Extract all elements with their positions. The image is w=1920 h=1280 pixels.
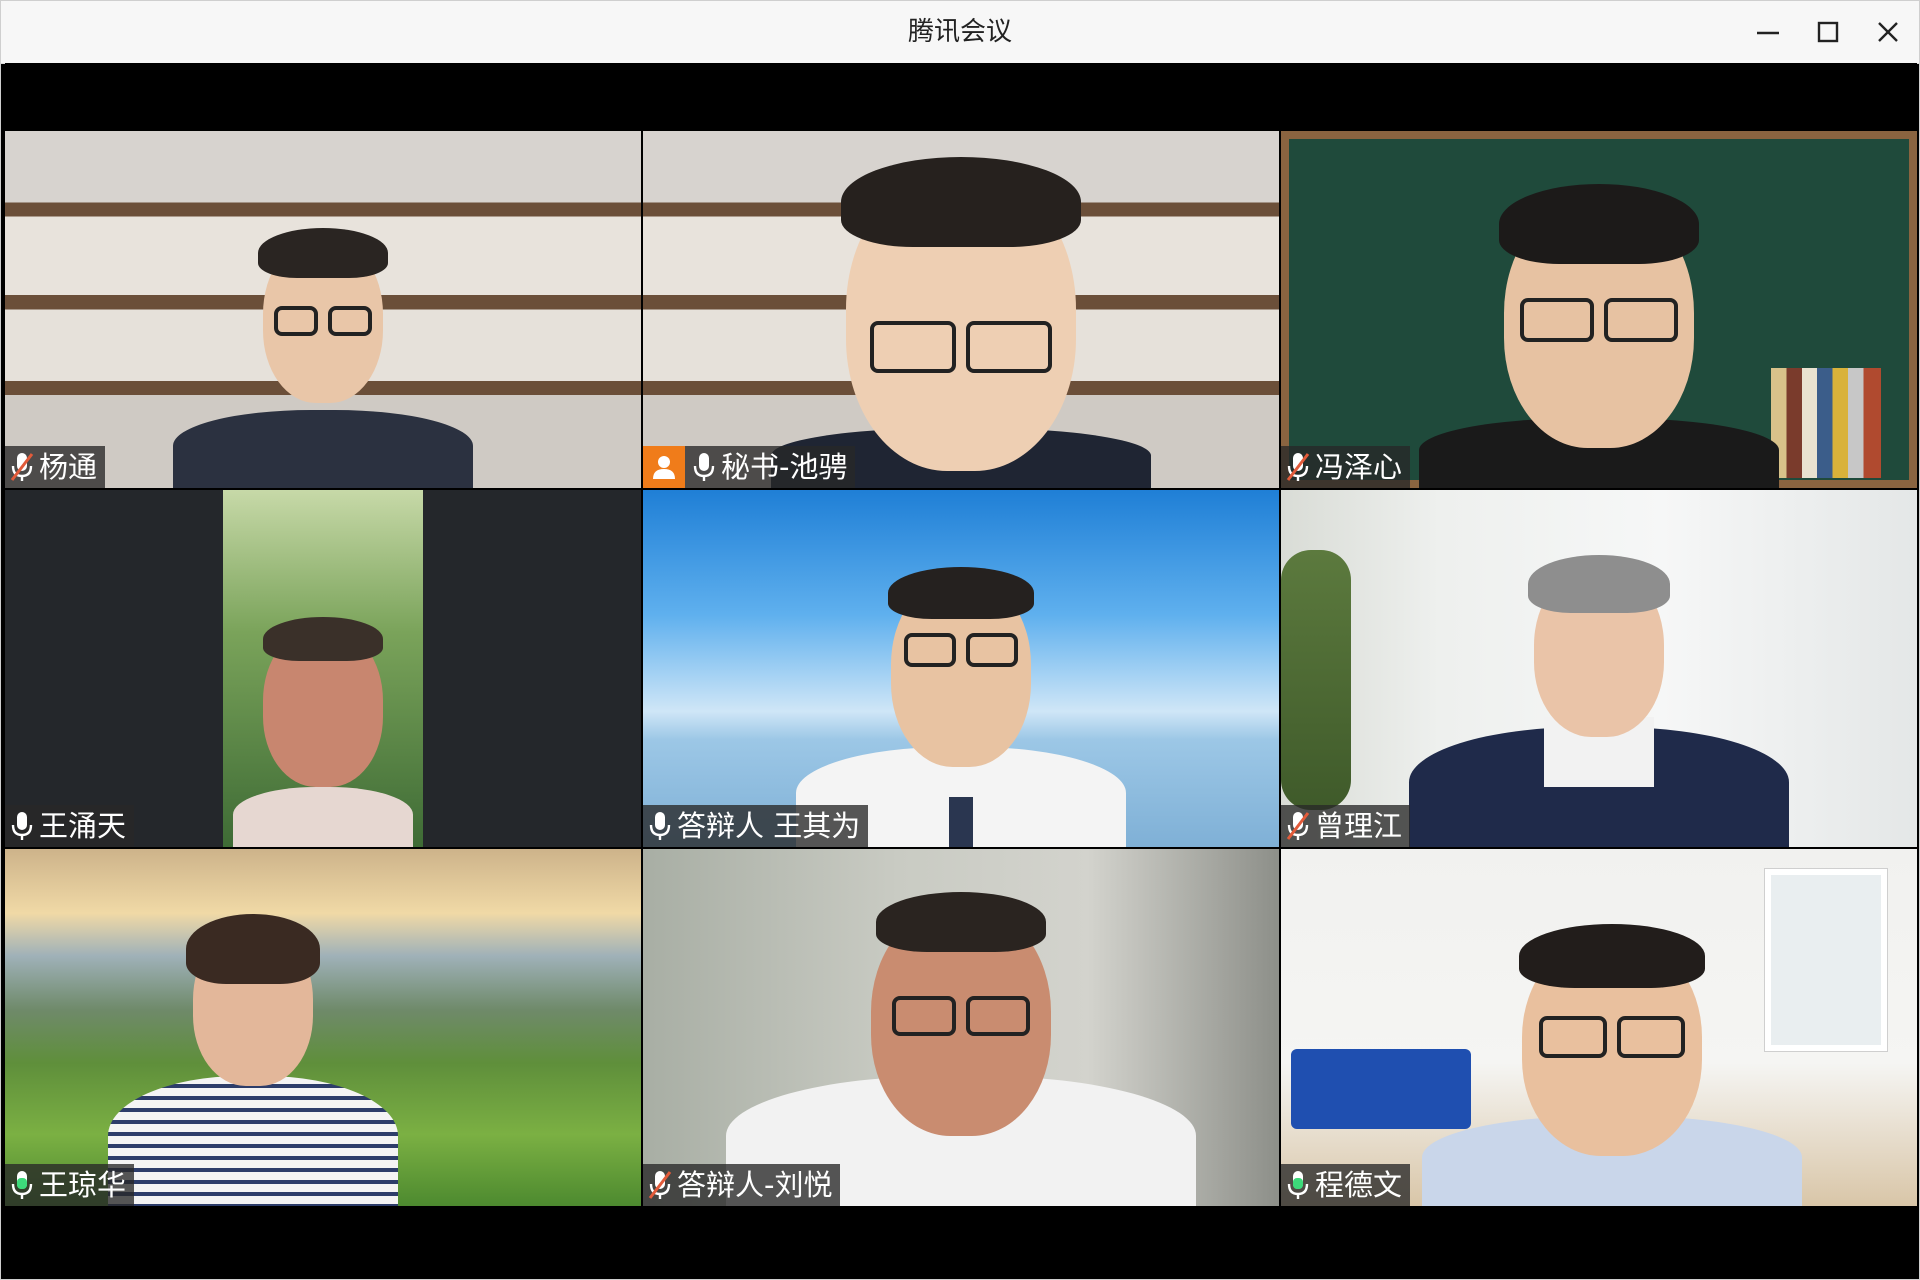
- mic-muted-icon: [647, 1168, 673, 1202]
- participant-name: 王琼华: [39, 1168, 127, 1202]
- mic-muted-icon: [1285, 809, 1311, 843]
- participant-name: 冯泽心: [1315, 450, 1403, 484]
- participant-video: [1421, 906, 1802, 1206]
- participant-name: 程德文: [1315, 1168, 1403, 1202]
- participant-name: 杨通: [39, 450, 98, 484]
- participant-video: [726, 876, 1196, 1206]
- video-tile[interactable]: 王琼华: [5, 849, 641, 1206]
- participant-nameplate: 冯泽心: [1281, 446, 1411, 488]
- portrait-video-frame: [223, 490, 423, 847]
- mic-on-icon: [691, 450, 717, 484]
- video-tile[interactable]: 杨通: [5, 131, 641, 488]
- mic-on-icon: [647, 809, 673, 843]
- mic-muted-icon: [9, 450, 35, 484]
- participant-video: [103, 886, 403, 1206]
- participant-nameplate: 杨通: [5, 446, 106, 488]
- participant-nameplate: 答辩人 王其为: [643, 805, 869, 847]
- participant-nameplate: 程德文: [1281, 1164, 1411, 1206]
- plant-decoration: [1281, 550, 1351, 810]
- video-tile[interactable]: 秘书-池骋: [643, 131, 1279, 488]
- video-tile[interactable]: 冯泽心: [1281, 131, 1917, 488]
- participant-video: [158, 218, 488, 488]
- video-tile[interactable]: 王涌天: [5, 490, 641, 847]
- participant-name: 曾理江: [1315, 809, 1403, 843]
- participant-video: [796, 557, 1126, 847]
- video-tile[interactable]: 答辩人-刘悦: [643, 849, 1279, 1206]
- maximize-button[interactable]: [1805, 9, 1851, 55]
- participant-video: [1409, 547, 1789, 847]
- close-button[interactable]: [1865, 9, 1911, 55]
- participant-video: [223, 607, 423, 847]
- window-title: 腾讯会议: [907, 17, 1012, 47]
- mic-on-icon: [9, 809, 35, 843]
- close-icon: [1878, 22, 1898, 42]
- participant-name: 答辩人 王其为: [677, 809, 861, 843]
- minimize-icon: [1757, 31, 1779, 35]
- participant-name: 秘书-池骋: [721, 450, 848, 484]
- title-bar: 腾讯会议: [1, 1, 1919, 64]
- video-tile-active[interactable]: 程德文: [1281, 849, 1917, 1206]
- mic-speaking-icon: [9, 1168, 35, 1202]
- video-stage: 杨通 秘书-池骋 冯泽心 王涌天 答辩人 王其为 曾理江 王琼华 答辩人-刘悦 …: [5, 63, 1917, 1275]
- mic-muted-icon: [1285, 450, 1311, 484]
- video-tile[interactable]: 曾理江: [1281, 490, 1917, 847]
- minimize-button[interactable]: [1745, 9, 1791, 55]
- mic-speaking-icon: [1285, 1168, 1311, 1202]
- video-grid: 杨通 秘书-池骋 冯泽心 王涌天 答辩人 王其为 曾理江 王琼华 答辩人-刘悦 …: [5, 131, 1917, 1207]
- participant-nameplate: 答辩人-刘悦: [643, 1164, 841, 1206]
- meeting-window: 腾讯会议 杨通 秘书-池骋 冯泽心 王涌天 答辩人 王其为 曾理江 王琼华 答辩…: [0, 0, 1920, 1280]
- participant-video: [751, 131, 1171, 488]
- participant-nameplate: 秘书-池骋: [643, 446, 856, 488]
- maximize-icon: [1817, 21, 1839, 43]
- participant-video: [1404, 158, 1794, 488]
- participant-name: 答辩人-刘悦: [677, 1168, 833, 1202]
- participant-nameplate: 曾理江: [1281, 805, 1411, 847]
- host-avatar-icon: [643, 446, 685, 488]
- participant-name: 王涌天: [39, 809, 127, 843]
- video-tile[interactable]: 答辩人 王其为: [643, 490, 1279, 847]
- participant-nameplate: 王琼华: [5, 1164, 135, 1206]
- participant-nameplate: 王涌天: [5, 805, 135, 847]
